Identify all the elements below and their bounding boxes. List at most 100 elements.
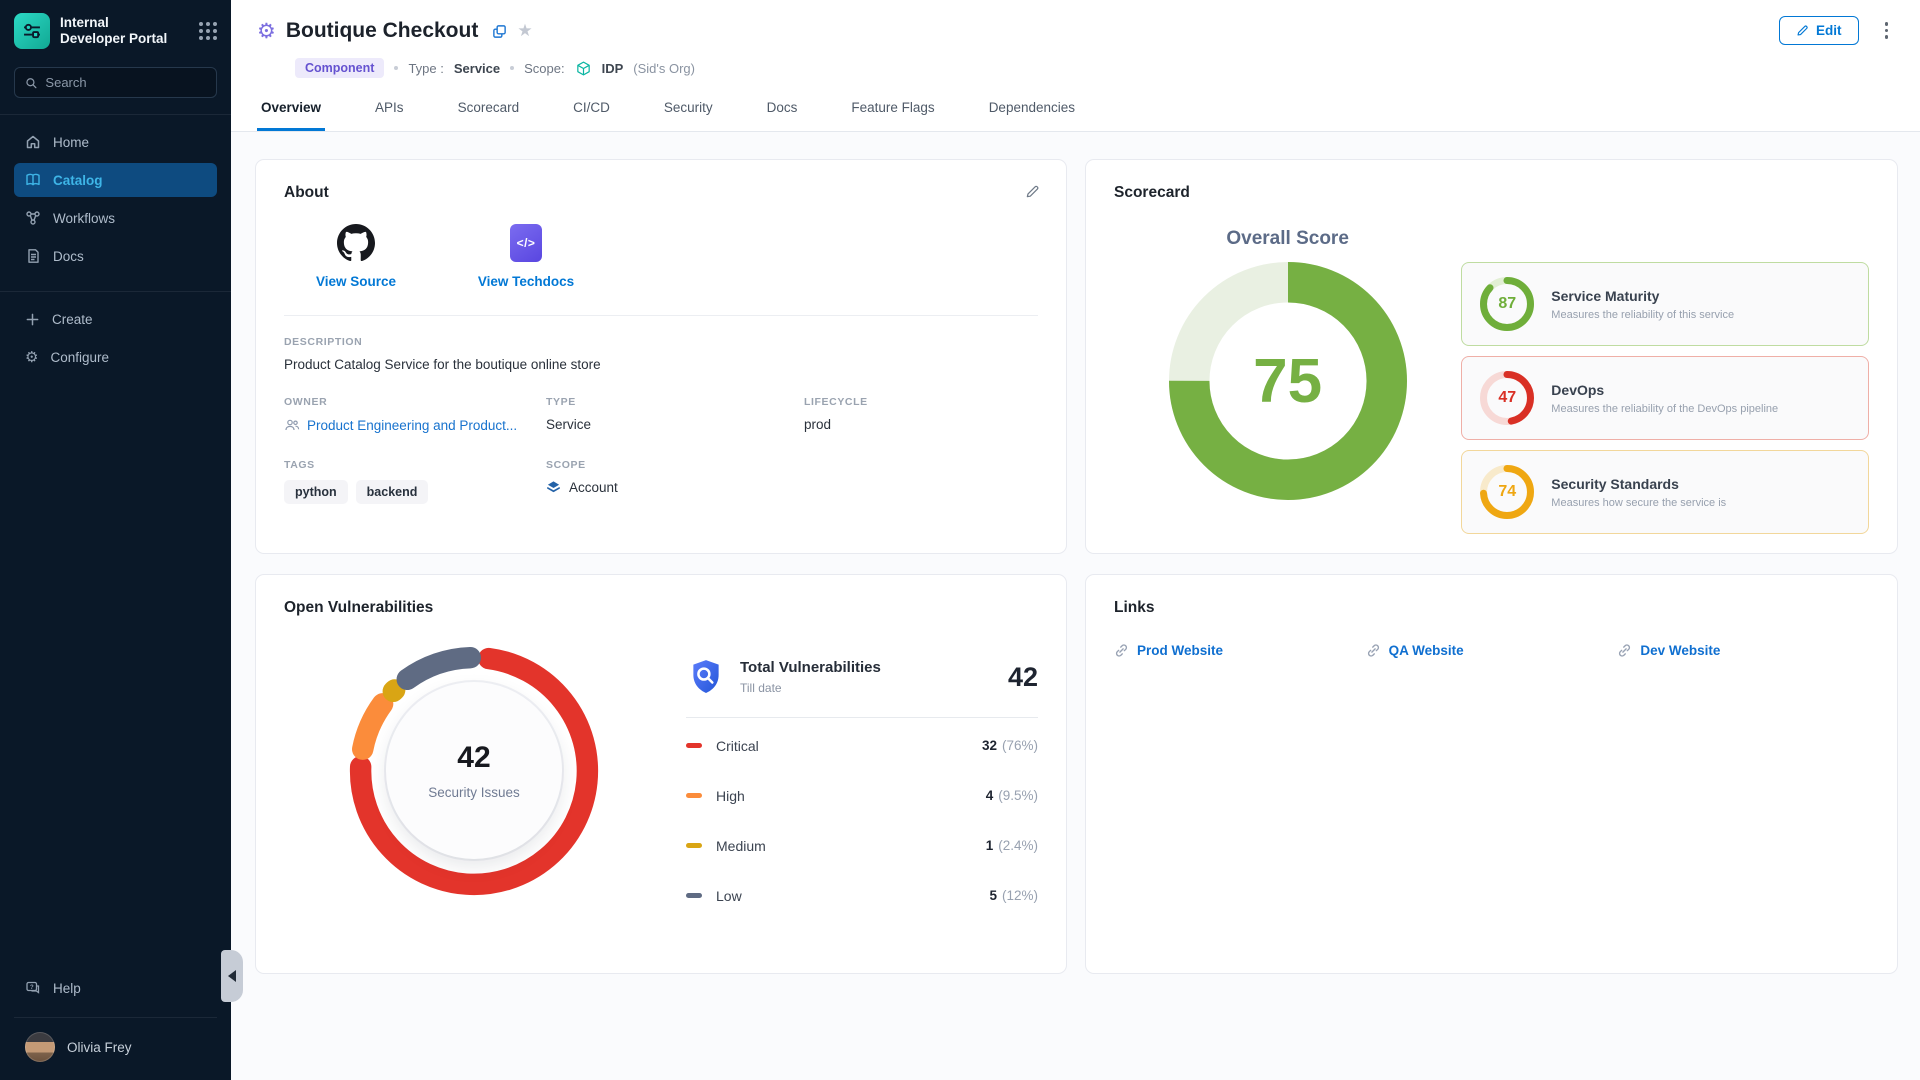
owner-label: OWNER	[284, 396, 546, 408]
scope-value: IDP	[602, 61, 624, 76]
lifecycle-value: prod	[804, 417, 1038, 432]
docs-icon	[25, 248, 41, 264]
search-icon	[25, 76, 37, 90]
kind-badge: Component	[295, 58, 384, 78]
search-box[interactable]	[14, 67, 217, 98]
legend-row-medium: Medium 1 (2.4%)	[686, 823, 1038, 868]
owner-link[interactable]: Product Engineering and Product...	[284, 417, 546, 433]
view-source-link[interactable]: View Source	[306, 224, 406, 289]
sidebar-item-configure[interactable]: ⚙ Configure	[14, 340, 217, 374]
vulnerabilities-donut-chart: 42 Security Issues	[348, 645, 600, 897]
tag-chips: python backend	[284, 480, 546, 504]
primary-nav: Home Catalog Workflows	[0, 121, 231, 273]
divider	[0, 114, 231, 115]
score-card-service-maturity[interactable]: 87 Service Maturity Measures the reliabi…	[1461, 262, 1869, 346]
sidebar-item-label: Help	[53, 981, 81, 996]
divider	[14, 1017, 217, 1018]
favorite-star-icon[interactable]: ★	[517, 21, 532, 41]
app-logo[interactable]	[14, 13, 50, 49]
sidebar: Internal Developer Portal Home	[0, 0, 231, 1080]
tag-chip: python	[284, 480, 348, 504]
sidebar-collapse-handle[interactable]	[221, 950, 243, 1002]
score-card-security-standards[interactable]: 74 Security Standards Measures how secur…	[1461, 450, 1869, 534]
tab-security[interactable]: Security	[660, 100, 717, 131]
user-menu[interactable]: Olivia Frey	[0, 1028, 231, 1066]
sidebar-item-label: Catalog	[53, 173, 103, 188]
tab-docs[interactable]: Docs	[763, 100, 802, 131]
score-gauge: 87	[1480, 277, 1534, 331]
overall-score-value: 75	[1169, 262, 1407, 500]
tab-overview[interactable]: Overview	[257, 100, 325, 131]
qa-website-link[interactable]: QA Website	[1366, 643, 1618, 658]
home-icon	[25, 134, 41, 150]
medium-dash-icon	[686, 843, 702, 848]
score-card-devops[interactable]: 47 DevOps Measures the reliability of th…	[1461, 356, 1869, 440]
user-avatar	[25, 1032, 55, 1062]
scope-label: Scope:	[524, 61, 564, 76]
type-value: Service	[454, 61, 500, 76]
main-area: ⚙ Boutique Checkout ★ Component Type : S…	[231, 0, 1920, 1080]
pencil-icon	[1796, 24, 1809, 37]
page-title: Boutique Checkout	[286, 19, 479, 43]
more-options-kebab[interactable]	[1881, 18, 1893, 43]
edit-button[interactable]: Edit	[1779, 16, 1859, 45]
tab-dependencies[interactable]: Dependencies	[985, 100, 1079, 131]
tab-cicd[interactable]: CI/CD	[569, 100, 614, 131]
tag-chip: backend	[356, 480, 429, 504]
plus-icon	[25, 312, 40, 327]
app-root: Internal Developer Portal Home	[0, 0, 1920, 1080]
sidebar-item-label: Configure	[50, 350, 109, 365]
sidebar-item-workflows[interactable]: Workflows	[14, 201, 217, 235]
techdocs-icon: </>	[510, 224, 542, 262]
component-gear-icon: ⚙	[257, 21, 276, 42]
tab-feature-flags[interactable]: Feature Flags	[847, 100, 938, 131]
search-input[interactable]	[45, 75, 206, 90]
github-icon	[337, 224, 375, 262]
sidebar-item-help[interactable]: ? Help	[14, 971, 217, 1005]
svg-text:?: ?	[30, 985, 34, 991]
sidebar-bottom: ? Help Olivia Frey	[0, 967, 231, 1080]
view-techdocs-link[interactable]: </> View Techdocs	[476, 224, 576, 289]
score-gauge: 47	[1480, 371, 1534, 425]
card-heading: Scorecard	[1114, 184, 1869, 202]
sidebar-item-catalog[interactable]: Catalog	[14, 163, 217, 197]
dot-separator	[510, 66, 514, 70]
divider	[284, 315, 1038, 316]
scope-field-value: Account	[546, 480, 1038, 495]
copy-icon[interactable]	[492, 24, 507, 39]
overall-score-gauge: 75	[1169, 262, 1407, 500]
entity-meta: Component Type : Service Scope: IDP (Sid…	[295, 56, 1920, 80]
sidebar-item-create[interactable]: Create	[14, 302, 217, 336]
description-label: DESCRIPTION	[284, 336, 1038, 348]
card-heading: Links	[1114, 599, 1869, 617]
edit-about-pencil-icon[interactable]	[1025, 184, 1040, 204]
app-title: Internal Developer Portal	[60, 15, 189, 48]
tags-label: TAGS	[284, 459, 546, 471]
prod-website-link[interactable]: Prod Website	[1114, 643, 1366, 658]
scope-org: (Sid's Org)	[633, 61, 695, 76]
chevron-left-icon	[228, 970, 236, 982]
high-dash-icon	[686, 793, 702, 798]
tab-scorecard[interactable]: Scorecard	[454, 100, 524, 131]
legend-row-low: Low 5 (12%)	[686, 873, 1038, 918]
sidebar-item-label: Create	[52, 312, 93, 327]
tab-apis[interactable]: APIs	[371, 100, 408, 131]
sidebar-item-home[interactable]: Home	[14, 125, 217, 159]
dev-website-link[interactable]: Dev Website	[1617, 643, 1869, 658]
link-icon	[1366, 643, 1381, 658]
total-vulns-subtitle: Till date	[740, 681, 881, 695]
sidebar-item-docs[interactable]: Docs	[14, 239, 217, 273]
user-name: Olivia Frey	[67, 1040, 132, 1055]
sidebar-item-label: Workflows	[53, 211, 115, 226]
type-label: Type :	[408, 61, 443, 76]
dot-separator	[394, 66, 398, 70]
total-vulns-value: 42	[1008, 662, 1038, 693]
sidebar-item-label: Docs	[53, 249, 84, 264]
donut-center-label: Security Issues	[428, 785, 520, 800]
divider	[0, 291, 231, 292]
gear-icon: ⚙	[25, 350, 38, 365]
legend-row-high: High 4 (9.5%)	[686, 773, 1038, 818]
apps-grid-icon[interactable]	[199, 22, 217, 40]
pipeline-logo-icon	[19, 18, 45, 44]
content-grid: About View Source </> View T	[231, 132, 1920, 974]
